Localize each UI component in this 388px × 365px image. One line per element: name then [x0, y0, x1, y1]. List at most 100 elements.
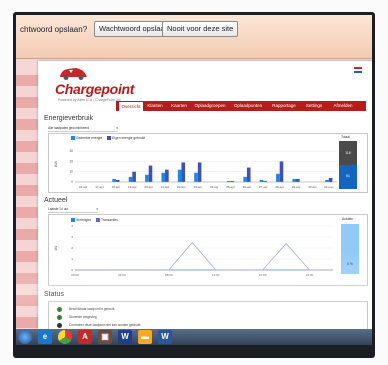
y-tick-label: 4	[71, 224, 73, 228]
actual-chart-panel: Vermogen Transacties 0 1 2 3 4 kW 00:00 04:00 08…	[48, 214, 368, 286]
energy-total-top-value: 116	[345, 151, 351, 155]
start-orb-icon[interactable]	[18, 330, 32, 344]
energy-bar	[296, 178, 300, 182]
windows-taskbar: e A ▣ W ▬ W	[16, 329, 372, 345]
password-save-bar: chtwoord opslaan? Wachtwoord opslaan Noo…	[16, 15, 372, 59]
energy-bar	[243, 176, 247, 182]
menu-item-overzicht[interactable]: Overzicht	[118, 101, 144, 111]
x-tick-label: 12:00	[212, 273, 220, 277]
energy-total-column: Totaal 116 51	[337, 135, 363, 190]
acrobat-icon[interactable]: A	[78, 330, 92, 344]
status-line: Storende omgeving	[69, 315, 97, 319]
x-tick-label: 00:00	[71, 273, 79, 277]
energy-scope-select[interactable]: Alle laadpalen gecombineerd ▾	[48, 126, 118, 132]
menu-item-klanten[interactable]: Klanten	[144, 101, 166, 111]
x-tick-label: 24-apr	[210, 185, 219, 189]
energy-total-label: Totaal	[341, 135, 350, 139]
energy-section-title: Energieverbruik	[44, 115, 94, 122]
energy-bar	[177, 169, 182, 182]
x-tick-label: 30-apr	[308, 185, 317, 189]
x-tick-label: 29-apr	[292, 185, 301, 189]
energy-scope-value: Alle laadpalen gecombineerd	[48, 126, 90, 130]
energy-bar	[161, 172, 166, 182]
x-tick-label: 22-apr	[177, 185, 186, 189]
x-tick-label: 27-apr	[259, 185, 268, 189]
actual-side-bar: 0 %	[341, 224, 359, 274]
word-document-icon[interactable]: W	[158, 330, 172, 344]
photo-background: chtwoord opslaan? Wachtwoord opslaan Noo…	[0, 0, 388, 365]
y-tick-label: 10	[69, 170, 73, 174]
x-tick-label: 28-apr	[275, 185, 284, 189]
screen: chtwoord opslaan? Wachtwoord opslaan Noo…	[16, 15, 372, 345]
energy-bar	[197, 162, 202, 182]
logo-subtitle: Powered by Alfen ICU / ChargePoint Ltd	[58, 98, 121, 102]
energy-bar	[112, 178, 116, 182]
x-tick-label: 18-apr	[112, 185, 121, 189]
x-tick-label: 16-apr	[79, 185, 88, 189]
energy-bar	[259, 179, 264, 182]
menu-item-oplaadgroepen[interactable]: Oplaadgroepen	[192, 101, 228, 111]
x-tick-label: 25-apr	[226, 185, 235, 189]
energy-bar	[194, 172, 198, 182]
energy-chart-panel: Gedeelde energie Eigen energie gebruikt …	[48, 133, 368, 193]
energy-total-bar-top: 116	[339, 141, 357, 165]
car-logo-icon	[60, 68, 87, 80]
menu-item-afmelden[interactable]: Afmelden	[328, 101, 358, 111]
chevron-down-icon: ▾	[96, 207, 98, 211]
menu-item-settings[interactable]: Settings	[302, 101, 326, 111]
series-line	[75, 241, 333, 271]
actual-line-chart: 0 1 2 3 4 kW 00:00 04:00 08:00 12:00 16:00 20:00	[54, 224, 333, 277]
energy-bar	[165, 169, 169, 182]
x-tick-label: 01-mei	[324, 185, 334, 189]
y-tick-label: 20	[69, 159, 73, 163]
x-tick-label: 04:00	[118, 273, 126, 277]
energy-total-bottom-value: 51	[346, 174, 350, 178]
y-axis-label: kW	[54, 246, 58, 251]
word-icon[interactable]: W	[118, 330, 132, 344]
actual-side-value: 0 %	[347, 262, 353, 266]
folder-icon[interactable]: ▬	[138, 330, 152, 344]
password-save-question: chtwoord opslaan?	[20, 25, 88, 34]
status-section-title: Status	[44, 291, 64, 298]
app-icon[interactable]: ▣	[98, 330, 112, 344]
energy-bar	[325, 179, 329, 182]
menu-item-kaarten[interactable]: Kaarten	[168, 101, 190, 111]
x-tick-label: 16:00	[259, 273, 267, 277]
menu-item-rapportage[interactable]: Rapportage	[268, 101, 300, 111]
language-flag-icon[interactable]	[354, 67, 362, 73]
chevron-down-icon: ▾	[116, 126, 118, 130]
x-tick-label: 23-apr	[193, 185, 202, 189]
internet-explorer-icon[interactable]: e	[38, 330, 52, 344]
menu-item-oplaadpunten[interactable]: Oplaadpunten	[230, 101, 266, 111]
y-tick-label: 0	[71, 180, 73, 184]
energy-bar	[148, 165, 153, 182]
energy-bar	[246, 167, 251, 182]
energy-bar	[115, 179, 120, 182]
x-tick-label: 21-apr	[161, 185, 170, 189]
energy-bar-chart: 0 10 20 30 kWh 16-apr 17-apr 18-apr 19-apr 20-apr…	[54, 149, 337, 189]
energy-bar	[145, 174, 149, 182]
web-page: Chargepoint Powered by Alfen ICU / Charg…	[38, 61, 372, 345]
energy-bar	[276, 173, 280, 182]
y-tick-label: 1	[71, 257, 73, 261]
energy-total-bar-bottom: 51	[339, 165, 357, 189]
energy-bar	[128, 176, 133, 182]
energy-bar	[181, 162, 186, 182]
y-tick-label: 2	[71, 246, 73, 250]
actual-side-label: Actuele	[342, 217, 353, 221]
never-save-button[interactable]: Nooit voor deze site	[162, 21, 239, 37]
status-line: Controleer deze laadpunt niet kan worden…	[69, 323, 141, 327]
x-tick-label: 17-apr	[95, 185, 104, 189]
y-axis-label: kWh	[54, 161, 58, 168]
x-tick-label: 20:00	[306, 273, 314, 277]
energy-bar	[292, 178, 297, 182]
actual-range-select[interactable]: Laatste 24 uur ▾	[48, 207, 98, 213]
energy-bar	[279, 161, 284, 182]
actual-range-value: Laatste 24 uur	[48, 207, 69, 211]
status-light-green-icon	[57, 307, 62, 312]
x-tick-label: 26-apr	[243, 185, 252, 189]
energy-bar	[328, 177, 333, 182]
status-light-dark-icon	[57, 323, 62, 328]
chrome-icon[interactable]	[58, 330, 72, 344]
x-tick-label: 08:00	[165, 273, 173, 277]
